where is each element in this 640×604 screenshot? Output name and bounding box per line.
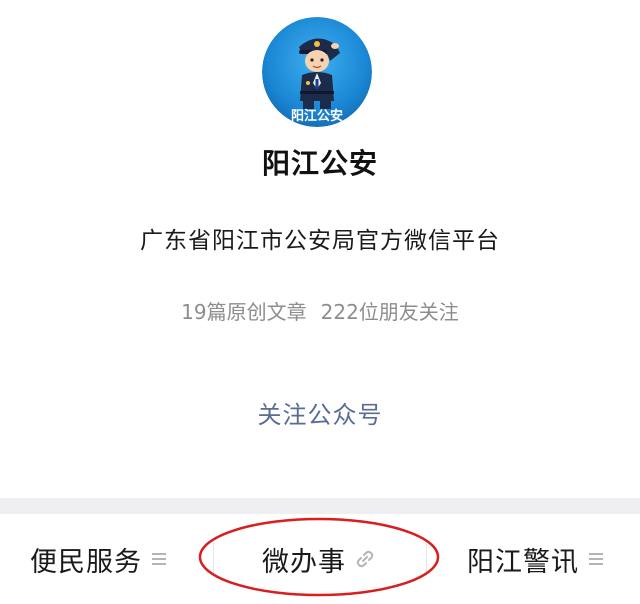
account-stats: 19篇原创文章 222位朋友关注 (0, 296, 640, 325)
menu-item-label: 阳江警讯 (467, 546, 579, 578)
police-mascot-logo: 阳江公安 (262, 17, 372, 127)
list-icon (589, 553, 603, 565)
account-avatar[interactable]: 阳江公安 (262, 17, 372, 127)
bottom-menu-bar: 便民服务 微办事 阳江警讯 (0, 514, 640, 604)
follow-account-button[interactable]: 关注公众号 (220, 393, 420, 437)
account-name: 阳江公安 (261, 147, 378, 180)
menu-separator (213, 542, 214, 576)
account-description: 广东省阳江市公安局官方微信平台 (140, 228, 500, 254)
menu-item-label: 微办事 (262, 546, 346, 578)
menu-item-micro-affairs[interactable]: 微办事 (262, 514, 375, 604)
menu-item-label: 便民服务 (30, 546, 142, 578)
section-divider (0, 498, 640, 514)
avatar-text: 阳江公安 (291, 108, 343, 123)
link-icon (356, 550, 374, 568)
list-icon (152, 553, 166, 565)
account-profile-page: 阳江公安 阳江公安 广东省阳江市公安局官方微信平台 19篇原创文章 222位朋友关… (0, 0, 640, 604)
menu-item-convenience-service[interactable]: 便民服务 (30, 514, 167, 604)
original-articles-count: 19篇原创文章 (181, 300, 307, 324)
profile-card: 阳江公安 阳江公安 广东省阳江市公安局官方微信平台 19篇原创文章 222位朋友关… (0, 0, 640, 498)
menu-item-yangjiang-police-news[interactable]: 阳江警讯 (467, 514, 604, 604)
followers-count: 222位朋友关注 (320, 300, 459, 324)
menu-separator (426, 542, 427, 576)
